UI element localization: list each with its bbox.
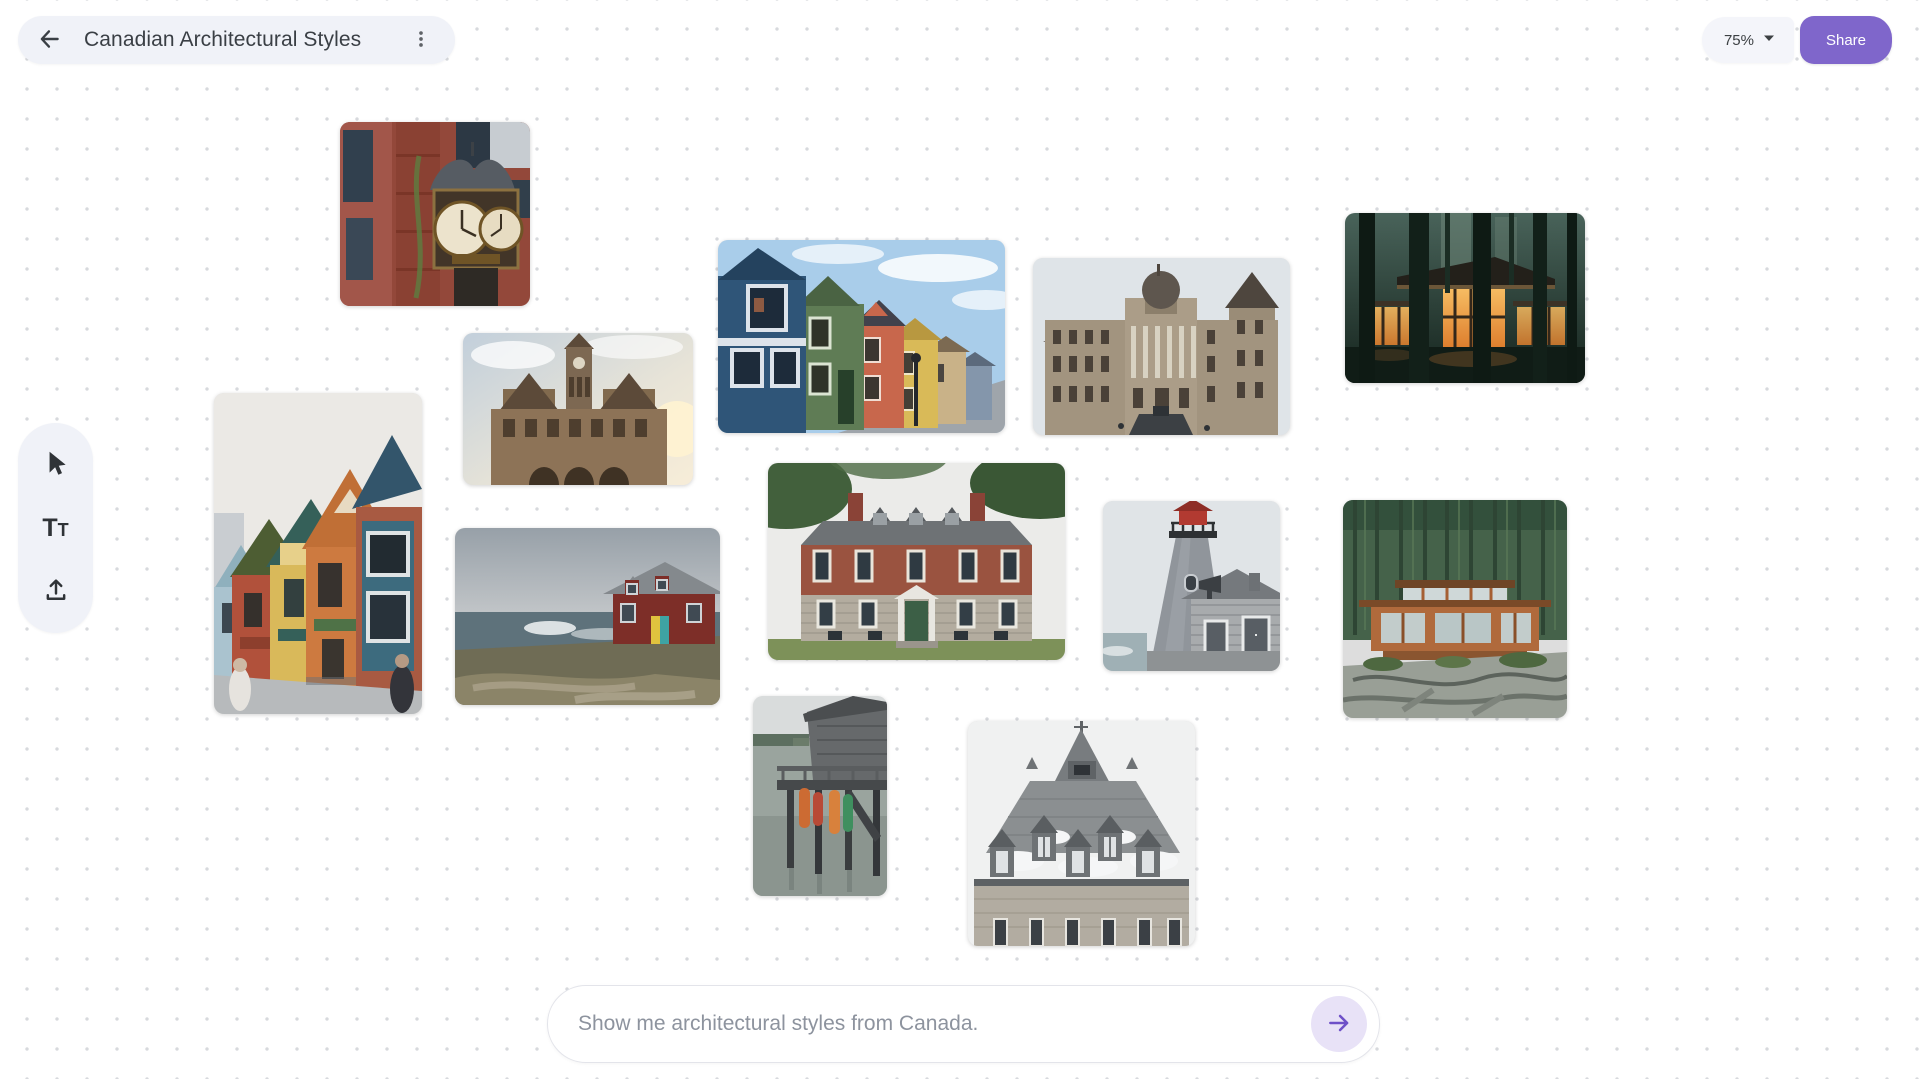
topbar-right: 75% Share [1702, 16, 1892, 64]
canvas-image-jellybean-row[interactable] [718, 240, 1005, 433]
chevron-down-icon [1762, 31, 1776, 49]
canvas-image-wharf-shed[interactable] [753, 696, 887, 896]
zoom-level: 75% [1724, 32, 1754, 49]
canvas-image-coastal-modern-cabin[interactable] [1343, 500, 1567, 718]
project-header: Canadian Architectural Styles [18, 16, 455, 64]
canvas-image-parliament-building[interactable] [1033, 258, 1290, 435]
back-button[interactable] [34, 24, 66, 56]
send-button[interactable] [1311, 996, 1367, 1052]
canvas-image-civic-chateau[interactable] [463, 333, 693, 485]
kebab-menu-icon [410, 28, 432, 53]
canvas-image-red-saltbox-house[interactable] [455, 528, 720, 705]
canvas-image-forest-cabin-dusk[interactable] [1345, 213, 1585, 383]
upload-tool-button[interactable] [34, 570, 78, 614]
prompt-bar [547, 985, 1380, 1063]
upload-icon [42, 576, 70, 607]
canvas-image-georgian-mansion[interactable] [768, 463, 1065, 660]
canvas-image-lighthouse[interactable] [1103, 501, 1280, 671]
project-title: Canadian Architectural Styles [84, 28, 387, 52]
text-tool-button[interactable]: Tt [34, 506, 78, 550]
zoom-dropdown[interactable]: 75% [1702, 17, 1794, 63]
cursor-icon [41, 448, 71, 481]
arrow-right-icon [1326, 1010, 1352, 1039]
text-icon: Tt [42, 516, 68, 541]
arrow-left-icon [37, 26, 63, 55]
canvas-image-chateau-snow-roof[interactable] [968, 721, 1195, 946]
prompt-input[interactable] [578, 1012, 1311, 1036]
select-tool-button[interactable] [34, 443, 78, 487]
share-button[interactable]: Share [1800, 16, 1892, 64]
canvas-toolbar: Tt [18, 423, 93, 633]
canvas-image-steam-clock[interactable] [340, 122, 530, 306]
project-menu-button[interactable] [405, 24, 437, 56]
canvas-image-victorian-row-houses[interactable] [214, 393, 422, 714]
